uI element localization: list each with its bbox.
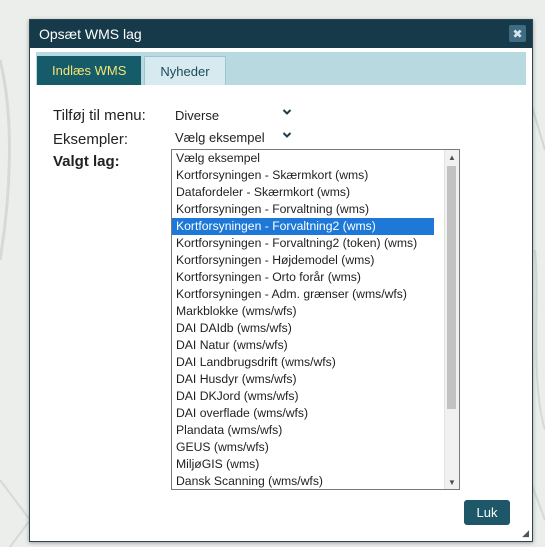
tab-indlaes-wms[interactable]: Indlæs WMS: [37, 56, 142, 85]
examples-label: Eksempler:: [53, 131, 129, 148]
resize-handle-icon[interactable]: ◢: [522, 528, 529, 539]
dropdown-option[interactable]: DAI Landbrugsdrift (wms/wfs): [172, 354, 434, 371]
dialog-title: Opsæt WMS lag: [39, 26, 142, 42]
dropdown-option[interactable]: DAI DKJord (wms/wfs): [172, 388, 434, 405]
scroll-up-icon[interactable]: ▲: [445, 150, 459, 164]
close-icon[interactable]: ✖: [509, 25, 526, 42]
chevron-down-icon: [282, 106, 292, 115]
dropdown-option[interactable]: Kortforsyningen - Forvaltning2 (wms): [172, 218, 434, 235]
examples-row: Eksempler:: [53, 131, 173, 148]
dropdown-option[interactable]: Dansk Scanning (wms/wfs): [172, 473, 434, 489]
selected-layer-row: Valgt lag:: [53, 153, 120, 170]
dialog-titlebar[interactable]: Opsæt WMS lag ✖: [30, 20, 532, 48]
dropdown-option[interactable]: Markblokke (wms/wfs): [172, 303, 434, 320]
dropdown-options: Vælg eksempel Kortforsyningen - Skærmkort…: [172, 150, 459, 489]
dropdown-option[interactable]: DAI Husdyr (wms/wfs): [172, 371, 434, 388]
tab-bar: Indlæs WMS Nyheder: [36, 52, 526, 85]
dropdown-option[interactable]: Datafordeler - Skærmkort (wms): [172, 184, 434, 201]
scroll-down-icon[interactable]: ▼: [445, 475, 459, 489]
dropdown-option[interactable]: Kortforsyningen - Forvaltning (wms): [172, 201, 434, 218]
dropdown-option[interactable]: Kortforsyningen - Højdemodel (wms): [172, 252, 434, 269]
dropdown-option[interactable]: GEUS (wms/wfs): [172, 439, 434, 456]
menu-row: Tilføj til menu:: [53, 107, 173, 124]
dropdown-option[interactable]: Kortforsyningen - Forvaltning2 (token) (…: [172, 235, 434, 252]
dropdown-option[interactable]: MiljøGIS (wms): [172, 456, 434, 473]
dropdown-option[interactable]: DAI DAIdb (wms/wfs): [172, 320, 434, 337]
dropdown-option[interactable]: Kortforsyningen - Skærmkort (wms): [172, 167, 434, 184]
luk-button[interactable]: Luk: [464, 500, 510, 525]
menu-label: Tilføj til menu:: [53, 107, 146, 124]
dropdown-option[interactable]: DAI Natur (wms/wfs): [172, 337, 434, 354]
examples-select[interactable]: Vælg eksempel: [175, 130, 295, 145]
dropdown-option[interactable]: Vælg eksempel: [172, 150, 434, 167]
scroll-thumb[interactable]: [447, 166, 456, 409]
tab-nyheder[interactable]: Nyheder: [144, 56, 226, 85]
menu-select[interactable]: Diverse: [175, 108, 295, 123]
dropdown-scrollbar[interactable]: ▲ ▼: [444, 150, 459, 489]
dropdown-option[interactable]: Kortforsyningen - Orto forår (wms): [172, 269, 434, 286]
dropdown-option[interactable]: Kortforsyningen - Adm. grænser (wms/wfs): [172, 286, 434, 303]
selected-layer-label: Valgt lag:: [53, 153, 120, 170]
dropdown-option[interactable]: Plandata (wms/wfs): [172, 422, 434, 439]
chevron-down-icon: [282, 129, 292, 138]
wms-settings-dialog: Opsæt WMS lag ✖ Indlæs WMS Nyheder Tilfø…: [29, 19, 533, 542]
examples-dropdown-list[interactable]: Vælg eksempel Kortforsyningen - Skærmkort…: [171, 149, 460, 490]
dropdown-option[interactable]: DAI overflade (wms/wfs): [172, 405, 434, 422]
